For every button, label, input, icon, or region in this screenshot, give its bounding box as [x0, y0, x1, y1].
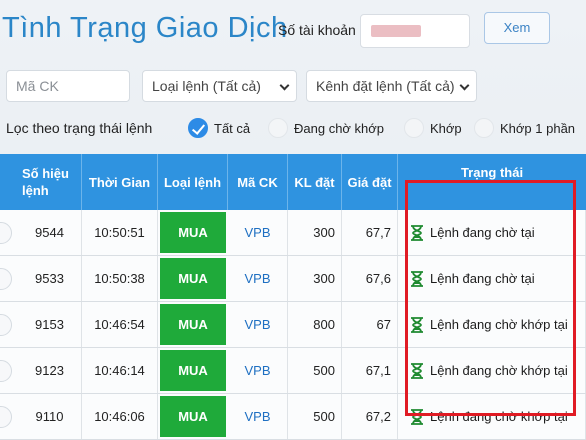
radio-all[interactable]: Tất cả [188, 118, 258, 140]
check-icon [188, 118, 208, 138]
cell-time: 10:50:38 [82, 256, 158, 301]
col-symbol[interactable]: Mã CK [228, 154, 288, 210]
radio-matched[interactable]: Khớp [404, 118, 468, 140]
cell-status: Lệnh đang chờ tại [398, 256, 586, 301]
table-row[interactable]: 9153 10:46:54 MUA VPB 800 67 Lệnh đang chờ khớ… [0, 302, 586, 348]
cell-symbol: VPB [228, 302, 288, 347]
hourglass-icon [410, 224, 424, 241]
cell-price: 67,1 [342, 348, 398, 393]
radio-circle-icon [474, 118, 494, 138]
order-type-select[interactable]: Loại lệnh (Tất cả) [142, 70, 297, 102]
hourglass-icon [410, 316, 424, 333]
status-text: Lệnh đang chờ khớp tại [430, 363, 568, 378]
channel-select[interactable]: Kênh đặt lệnh (Tất cả) [306, 70, 477, 102]
symbol-placeholder: Mã CK [16, 78, 59, 94]
radio-pending-label: Đang chờ khớp [294, 121, 385, 136]
chevron-down-icon [279, 80, 290, 91]
radio-pending[interactable]: Đang chờ khớp [268, 118, 396, 140]
col-type[interactable]: Loại lệnh [158, 154, 228, 210]
orders-table: Số hiệu lệnh Thời Gian Loại lệnh Mã CK K… [0, 154, 586, 440]
cell-status: Lệnh đang chờ khớp tại [398, 348, 586, 393]
row-select[interactable] [0, 302, 18, 348]
row-select[interactable] [0, 210, 18, 256]
col-price[interactable]: Giá đặt [342, 154, 398, 210]
cell-time: 10:50:51 [82, 210, 158, 255]
cell-order-no: 9153 [18, 302, 82, 347]
hourglass-icon [410, 362, 424, 379]
col-time[interactable]: Thời Gian [82, 154, 158, 210]
radio-circle-icon [268, 118, 288, 138]
cell-symbol: VPB [228, 256, 288, 301]
chevron-down-icon [459, 80, 470, 91]
table-row[interactable]: 9123 10:46:14 MUA VPB 500 67,1 Lệnh đang chờ k… [0, 348, 586, 394]
radio-circle-icon [404, 118, 424, 138]
cell-type: MUA [160, 350, 226, 391]
radio-circle-icon [0, 268, 12, 290]
cell-type: MUA [160, 304, 226, 345]
col-status[interactable]: Trạng thái [398, 154, 586, 210]
cell-price: 67 [342, 302, 398, 347]
radio-circle-icon [0, 406, 12, 428]
radio-circle-icon [0, 222, 12, 244]
cell-time: 10:46:14 [82, 348, 158, 393]
account-mask [371, 25, 421, 37]
cell-order-no: 9123 [18, 348, 82, 393]
cell-symbol: VPB [228, 210, 288, 255]
view-button[interactable]: Xem [484, 12, 550, 44]
status-filter-label: Lọc theo trạng thái lệnh [6, 120, 153, 136]
cell-price: 67,6 [342, 256, 398, 301]
order-type-value: Loại lệnh (Tất cả) [152, 78, 261, 94]
cell-time: 10:46:54 [82, 302, 158, 347]
table-row[interactable]: 9533 10:50:38 MUA VPB 300 67,6 Lệnh đang chờ t… [0, 256, 586, 302]
cell-symbol: VPB [228, 348, 288, 393]
status-text: Lệnh đang chờ tại [430, 271, 535, 286]
status-text: Lệnh đang chờ tại [430, 225, 535, 240]
radio-matched-label: Khớp [430, 121, 462, 136]
account-field[interactable] [360, 14, 470, 48]
cell-status: Lệnh đang chờ khớp tại [398, 302, 586, 347]
hourglass-icon [410, 270, 424, 287]
page-title: Tình Trạng Giao Dịch [2, 12, 288, 44]
cell-status: Lệnh đang chờ tại [398, 210, 586, 255]
channel-value: Kênh đặt lệnh (Tất cả) [316, 78, 455, 94]
table-row[interactable]: 9110 10:46:06 MUA VPB 500 67,2 Lệnh đang chờ k… [0, 394, 586, 440]
cell-type: MUA [160, 212, 226, 253]
radio-circle-icon [0, 314, 12, 336]
cell-order-no: 9544 [18, 210, 82, 255]
cell-qty: 500 [288, 348, 342, 393]
cell-qty: 300 [288, 210, 342, 255]
row-select[interactable] [0, 348, 18, 394]
table-row[interactable]: 9544 10:50:51 MUA VPB 300 67,7 Lệnh đang chờ t… [0, 210, 586, 256]
account-label: Số tài khoản [278, 22, 356, 38]
cell-price: 67,7 [342, 210, 398, 255]
cell-order-no: 9533 [18, 256, 82, 301]
radio-partial-label: Khớp 1 phần [500, 121, 576, 136]
cell-type: MUA [160, 258, 226, 299]
order-status-screen: Tình Trạng Giao Dịch Số tài khoản Xem Mã… [0, 0, 586, 440]
radio-all-label: Tất cả [214, 121, 251, 136]
symbol-input[interactable]: Mã CK [6, 70, 130, 102]
table-header: Số hiệu lệnh Thời Gian Loại lệnh Mã CK K… [0, 154, 586, 210]
status-text: Lệnh đang chờ khớp tại [430, 317, 568, 332]
col-order-no[interactable]: Số hiệu lệnh [0, 154, 82, 210]
radio-partial[interactable]: Khớp 1 phần [474, 118, 584, 140]
radio-circle-icon [0, 360, 12, 382]
row-select[interactable] [0, 394, 18, 440]
cell-qty: 800 [288, 302, 342, 347]
col-qty[interactable]: KL đặt [288, 154, 342, 210]
row-select[interactable] [0, 256, 18, 302]
cell-qty: 300 [288, 256, 342, 301]
